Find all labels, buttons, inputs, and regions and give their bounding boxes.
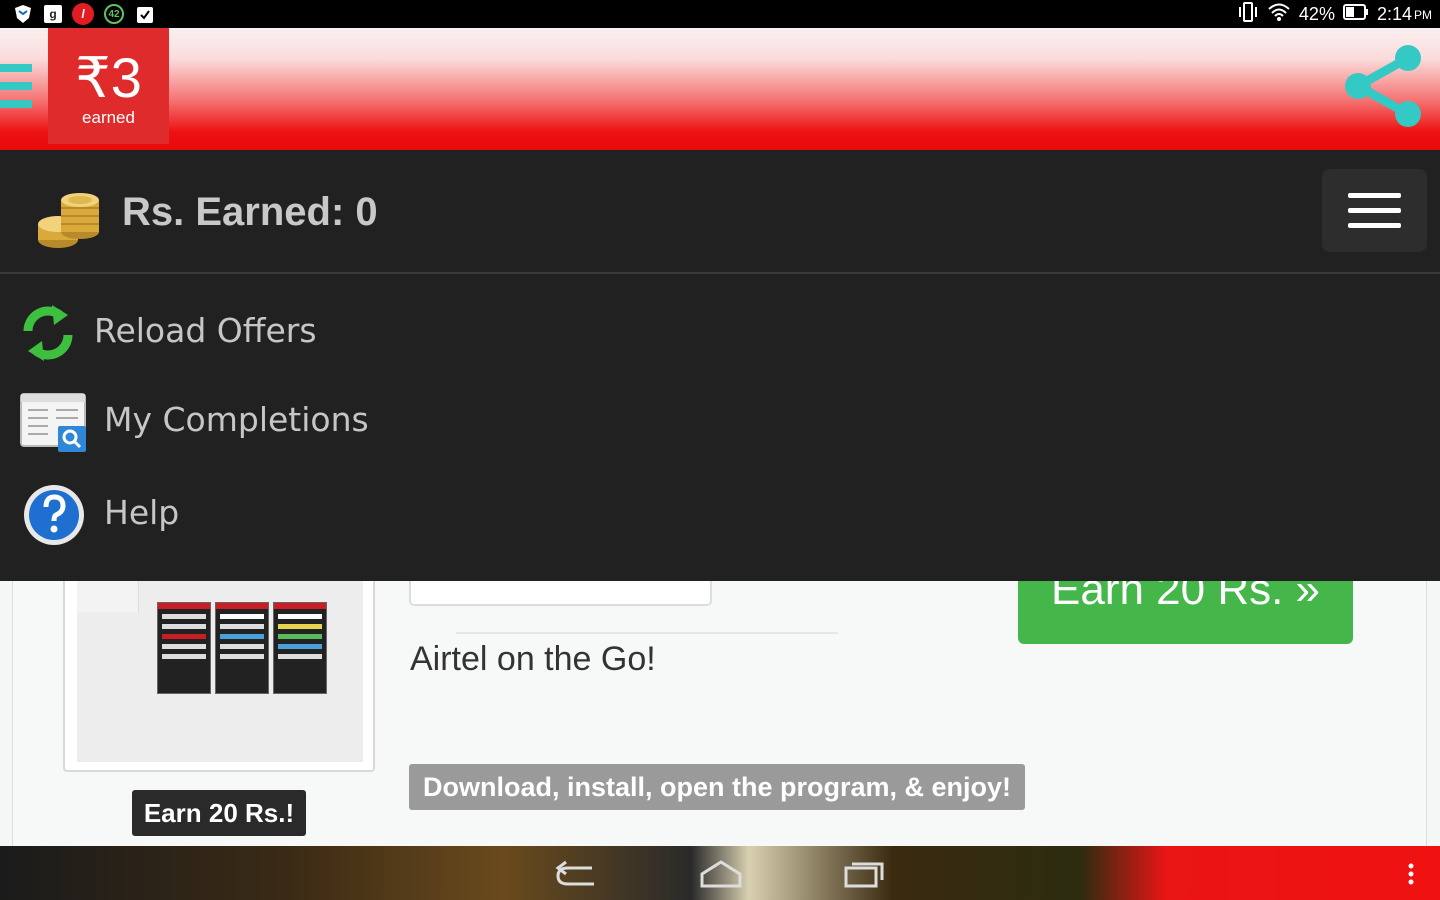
notification-count-icon: 42 — [104, 4, 124, 24]
clipboard-check-icon — [134, 3, 156, 25]
clock-ampm: PM — [1414, 7, 1432, 22]
coins-icon — [36, 186, 102, 254]
back-icon[interactable] — [554, 856, 600, 890]
status-right: 42% 2:14 PM — [1237, 2, 1432, 27]
google-plus-icon: g — [44, 5, 62, 23]
status-left-icons: g l 42 — [12, 3, 156, 25]
help-icon — [22, 483, 86, 547]
clock-time: 2:14 — [1376, 4, 1412, 24]
offer-description: Download, install, open the program, & e… — [409, 764, 1026, 810]
system-nav-bar — [0, 846, 1440, 900]
dropdown-drawer: Rs. Earned: 0 Reload Offers My Completio… — [0, 150, 1440, 581]
completions-icon — [20, 390, 86, 454]
earned-label: earned — [82, 108, 135, 127]
earn-tag: Earn 20 Rs.! — [132, 790, 306, 836]
battery-icon — [1342, 3, 1369, 26]
drawer-header: Rs. Earned: 0 — [0, 150, 1440, 274]
home-icon[interactable] — [698, 856, 744, 890]
share-icon[interactable] — [1342, 42, 1424, 130]
menu-toggle-button[interactable] — [1322, 169, 1427, 252]
menu-item-reload-offers[interactable]: Reload Offers — [0, 293, 700, 373]
offer-title: Airtel on the Go! — [410, 640, 656, 678]
battery-percent: 42% — [1298, 4, 1335, 24]
reload-icon — [16, 301, 80, 365]
menu-label: Reload Offers — [94, 311, 317, 350]
menu-label: Help — [104, 493, 180, 532]
menu-lines-icon — [1348, 193, 1401, 198]
menu-item-help[interactable]: Help — [0, 473, 700, 553]
hamburger-icon[interactable] — [0, 64, 32, 114]
menu-label: My Completions — [104, 400, 369, 439]
app-bar: ₹3 earned — [0, 28, 1440, 150]
earned-badge: ₹3 earned — [48, 28, 169, 144]
shield-icon — [12, 3, 34, 25]
overflow-menu-icon[interactable] — [1396, 856, 1426, 890]
recents-icon[interactable] — [842, 856, 888, 890]
vibrate-icon — [1237, 2, 1259, 27]
divider — [456, 632, 838, 634]
letter-l-icon: l — [72, 3, 94, 25]
earned-total: Rs. Earned: 0 — [122, 190, 378, 234]
menu-item-my-completions[interactable]: My Completions — [0, 382, 700, 462]
wifi-icon — [1267, 2, 1291, 27]
earned-amount: ₹3 — [75, 46, 142, 109]
screen: g l 42 42% 2:14 PM ₹3 earned Earn 20 Rs.… — [0, 0, 1440, 900]
status-bar: g l 42 42% 2:14 PM — [0, 0, 1440, 28]
